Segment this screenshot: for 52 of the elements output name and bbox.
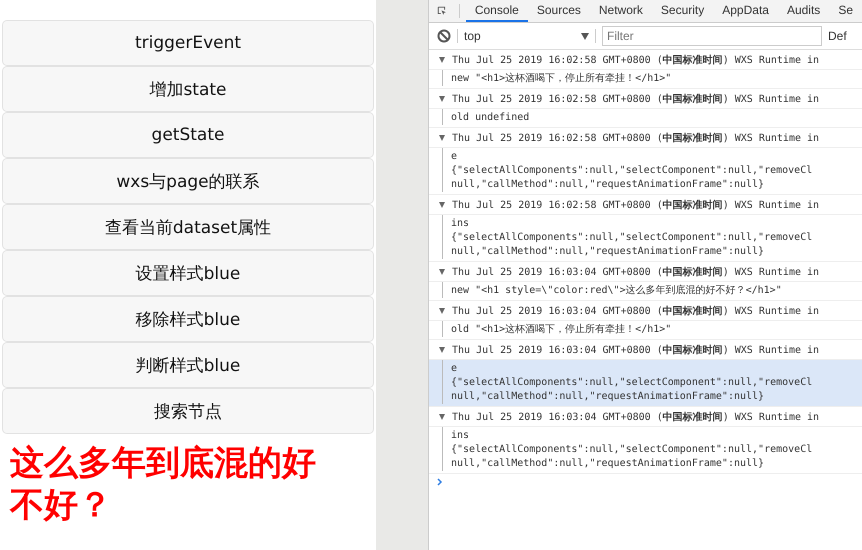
log-line: {"selectAllComponents":null,"selectComponent":null,"removeCl: [451, 164, 814, 178]
log-group-header[interactable]: Thu Jul 25 2019 16:02:58 GMT+0800 (中国标准时间) WXS Runtime in: [452, 130, 820, 144]
log-group-header[interactable]: Thu Jul 25 2019 16:02:58 GMT+0800 (中国标准时间) WXS Runtime in: [452, 52, 820, 66]
filter-field[interactable]: Filter: [602, 26, 822, 46]
expand-triangle-icon[interactable]: [439, 56, 445, 62]
action-button[interactable]: 移除样式blue: [2, 296, 374, 342]
log-group-header[interactable]: Thu Jul 25 2019 16:03:04 GMT+0800 (中国标准时间) WXS Runtime in: [452, 304, 820, 318]
expand-triangle-icon[interactable]: [439, 414, 445, 420]
action-button[interactable]: wxs与page的联系: [2, 158, 374, 204]
log-line: e: [451, 362, 458, 376]
clear-icon[interactable]: [437, 29, 451, 43]
devtools-tab[interactable]: Console: [466, 0, 528, 22]
expand-triangle-icon[interactable]: [439, 202, 445, 208]
action-button[interactable]: 搜索节点: [2, 388, 374, 434]
devtools-tab[interactable]: Network: [590, 0, 652, 22]
log-line: null,"callMethod":null,"requestAnimationFrame":null}: [451, 178, 766, 192]
log-group-header[interactable]: Thu Jul 25 2019 16:03:04 GMT+0800 (中国标准时间) WXS Runtime in: [452, 342, 820, 356]
devtools-tab[interactable]: Audits: [778, 0, 830, 22]
action-button[interactable]: 增加state: [2, 66, 374, 112]
result-heading: 这么多年到底混的好不好？: [8, 442, 317, 527]
levels-dropdown[interactable]: Def: [828, 29, 847, 43]
devtools-tab[interactable]: Sources: [528, 0, 590, 22]
log-line: old "<h1>这杯酒喝下，停止所有牵挂！</h1>": [451, 323, 672, 337]
devtools-tab[interactable]: AppData: [713, 0, 778, 22]
expand-triangle-icon[interactable]: [439, 308, 445, 314]
action-button[interactable]: getState: [2, 112, 374, 158]
log-line: {"selectAllComponents":null,"selectComponent":null,"removeCl: [451, 231, 814, 245]
devtools-tab[interactable]: Security: [652, 0, 714, 22]
action-button[interactable]: 设置样式blue: [2, 250, 374, 296]
action-button[interactable]: triggerEvent: [2, 20, 374, 66]
log-line: old undefined: [451, 111, 530, 125]
expand-triangle-icon[interactable]: [439, 346, 445, 352]
devtools-tab[interactable]: Se: [829, 0, 862, 22]
action-button[interactable]: 查看当前dataset属性: [2, 204, 374, 250]
log-line: null,"callMethod":null,"requestAnimationFrame":null}: [451, 457, 766, 471]
log-line: {"selectAllComponents":null,"selectComponent":null,"removeCl: [451, 376, 814, 390]
log-line: new "<h1>这杯酒喝下，停止所有牵挂！</h1>": [451, 72, 672, 86]
log-line: null,"callMethod":null,"requestAnimationFrame":null}: [451, 245, 766, 259]
log-line: ins: [451, 429, 470, 443]
log-line: {"selectAllComponents":null,"selectComponent":null,"removeCl: [451, 443, 814, 457]
action-button[interactable]: 判断样式blue: [2, 342, 374, 388]
expand-triangle-icon[interactable]: [439, 96, 445, 102]
log-line: new "<h1 style=\"color:red\">这么多年到底混的好不好？</h1>": [451, 284, 783, 298]
expand-triangle-icon[interactable]: [439, 134, 445, 140]
log-group-header[interactable]: Thu Jul 25 2019 16:03:04 GMT+0800 (中国标准时间) WXS Runtime in: [452, 410, 820, 424]
log-group-header[interactable]: Thu Jul 25 2019 16:02:58 GMT+0800 (中国标准时间) WXS Runtime in: [452, 198, 820, 212]
log-group-header[interactable]: Thu Jul 25 2019 16:03:04 GMT+0800 (中国标准时间) WXS Runtime in: [452, 264, 820, 278]
log-line: ins: [451, 217, 470, 231]
expand-triangle-icon[interactable]: [439, 268, 445, 274]
log-line: e: [451, 150, 458, 164]
log-line: null,"callMethod":null,"requestAnimationFrame":null}: [451, 390, 766, 404]
log-group-header[interactable]: Thu Jul 25 2019 16:02:58 GMT+0800 (中国标准时间) WXS Runtime in: [452, 92, 820, 106]
